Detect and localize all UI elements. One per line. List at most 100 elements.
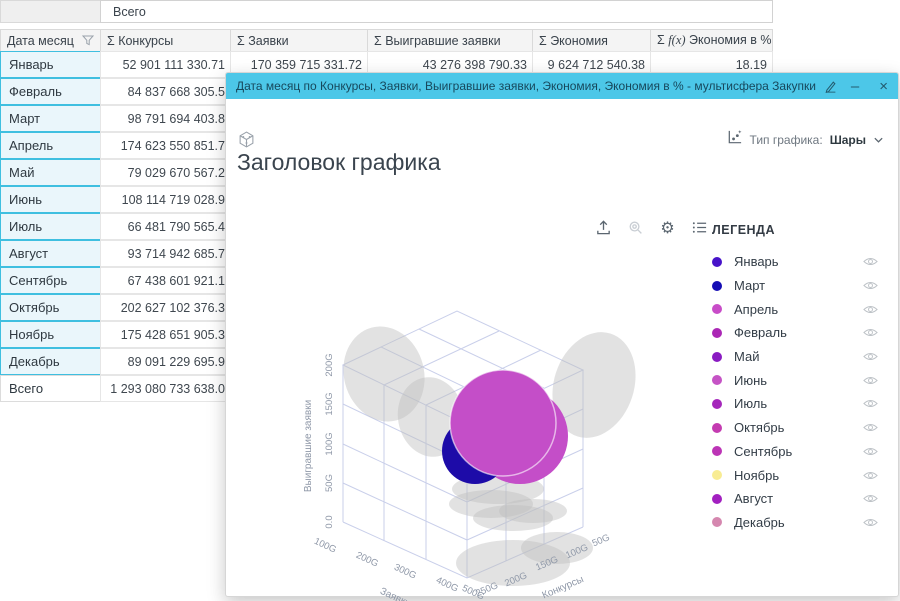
axis-tick-label: 250G [474,580,500,599]
legend-item[interactable]: Ноябрь [712,463,878,487]
axis-tick-label: 0.0 [324,515,335,528]
legend-color-dot [712,304,722,314]
legend-item[interactable]: Январь [712,250,878,274]
eye-icon[interactable] [863,304,878,315]
legend-item[interactable]: Декабрь [712,511,878,535]
eye-icon[interactable] [863,375,878,386]
axis-label: Выигравшие заявки [303,400,314,492]
axis-tick-label: 50G [324,474,335,492]
eye-icon[interactable] [863,422,878,433]
table-cell-value: 174 623 550 851.7 [100,132,231,159]
eye-icon[interactable] [863,256,878,267]
eye-icon[interactable] [863,517,878,528]
legend-label: Август [734,491,773,506]
column-header-1[interactable]: Σ Конкурсы [100,29,231,52]
column-header-label: Σ Заявки [237,34,289,48]
eye-icon[interactable] [863,351,878,362]
legend-list: Январь Март Апрель Февраль МайИюньИюль Октябр… [712,250,878,534]
table-row-month[interactable]: Октябрь [0,294,101,321]
table-row-month[interactable]: Март [0,105,101,132]
table-row-month[interactable]: Февраль [0,78,101,105]
axis-tick-label: 100G [324,432,335,455]
legend-color-dot [712,399,722,409]
eye-icon[interactable] [863,470,878,481]
eye-icon[interactable] [863,280,878,291]
table-row-month[interactable]: Июнь [0,186,101,213]
legend-item[interactable]: Май [712,345,878,369]
column-header-label: Σ Экономия [539,34,608,48]
legend-list-icon[interactable] [690,218,709,237]
legend-label: Февраль [734,325,787,340]
eye-icon[interactable] [863,446,878,457]
legend-label: Апрель [734,302,778,317]
table-cell-value: 84 837 668 305.5 [100,78,231,105]
edit-title-icon[interactable] [824,79,838,93]
chart-type-label: Тип графика: [750,133,823,147]
chart-canvas[interactable]: 0.050G100G150G200GВыигравшие заявки100G2… [271,254,701,601]
table-corner-cell [0,0,101,23]
legend-color-dot [712,281,722,291]
table-cell-value: 93 714 942 685.7 [100,240,231,267]
chart-toolbar: ⚙ [594,218,709,237]
axis-tick-label: 50G [591,532,612,549]
legend-item[interactable]: Июль [712,392,878,416]
table-row-month[interactable]: Сентябрь [0,267,101,294]
column-header-label: Σ f(x) Экономия в % [657,33,771,48]
legend-label: Октябрь [734,420,784,435]
column-header-label: Дата месяц [7,34,74,48]
table-row-month[interactable]: Январь [0,51,101,78]
column-header-4[interactable]: Σ Экономия [532,29,651,52]
table-row-month[interactable]: Апрель [0,132,101,159]
legend-item[interactable]: Сентябрь [712,440,878,464]
column-header-5[interactable]: Σ f(x) Экономия в % [650,29,773,52]
filter-funnel-icon[interactable] [82,35,94,46]
legend-color-dot [712,423,722,433]
table-cell-value: 52 901 111 330.71 [100,51,231,78]
chart-legend: ЛЕГЕНДА ЯнварьМартАпрельФевральМайИюньИю… [712,223,878,534]
table-cell-value: 79 029 670 567.2 [100,159,231,186]
legend-label: Январь [734,254,779,269]
legend-item[interactable]: Июнь [712,368,878,392]
table-row-month[interactable]: Всего [0,375,101,402]
dice-icon[interactable] [238,131,255,148]
table-cell-value: 108 114 719 028.9 [100,186,231,213]
eye-icon[interactable] [863,327,878,338]
axis-tick-label: 300G [392,562,418,582]
legend-label: Март [734,278,765,293]
table-row-month[interactable]: Август [0,240,101,267]
chart-type-selector[interactable]: Тип графика: Шары [726,129,884,151]
eye-icon[interactable] [863,398,878,409]
chevron-down-icon [873,131,884,149]
legend-color-dot [712,494,722,504]
chart-title: Заголовок графика [237,149,441,176]
settings-gear-icon[interactable]: ⚙ [658,218,677,237]
legend-item[interactable]: Август [712,487,878,511]
chart-bubble[interactable] [450,370,556,476]
table-row-month[interactable]: Ноябрь [0,321,101,348]
legend-item[interactable]: Март [712,274,878,298]
table-row-month[interactable]: Май [0,159,101,186]
eye-icon[interactable] [863,493,878,504]
zoom-icon[interactable] [626,218,645,237]
column-header-3[interactable]: Σ Выигравшие заявки [367,29,533,52]
legend-item[interactable]: Февраль [712,321,878,345]
export-icon[interactable] [594,218,613,237]
axis-tick-label: 400G [434,575,460,595]
close-button[interactable]: × [879,79,888,94]
table-cell-value: 89 091 229 695.9 [100,348,231,375]
minimize-button[interactable]: – [851,79,859,94]
column-header-label: Σ Выигравшие заявки [374,34,501,48]
table-total-header: Всего [100,0,773,23]
table-cell-value: 67 438 601 921.1 [100,267,231,294]
table-row-month[interactable]: Декабрь [0,348,101,375]
legend-item[interactable]: Апрель [712,297,878,321]
column-header-label: Σ Конкурсы [107,34,173,48]
column-header-0[interactable]: Дата месяц [0,29,101,52]
legend-label: Сентябрь [734,444,792,459]
legend-color-dot [712,352,722,362]
legend-item[interactable]: Октябрь [712,416,878,440]
table-row-month[interactable]: Июль [0,213,101,240]
legend-label: Ноябрь [734,468,779,483]
chart-dialog: Дата месяц по Конкурсы, Заявки, Выигравш… [225,72,899,597]
column-header-2[interactable]: Σ Заявки [230,29,368,52]
